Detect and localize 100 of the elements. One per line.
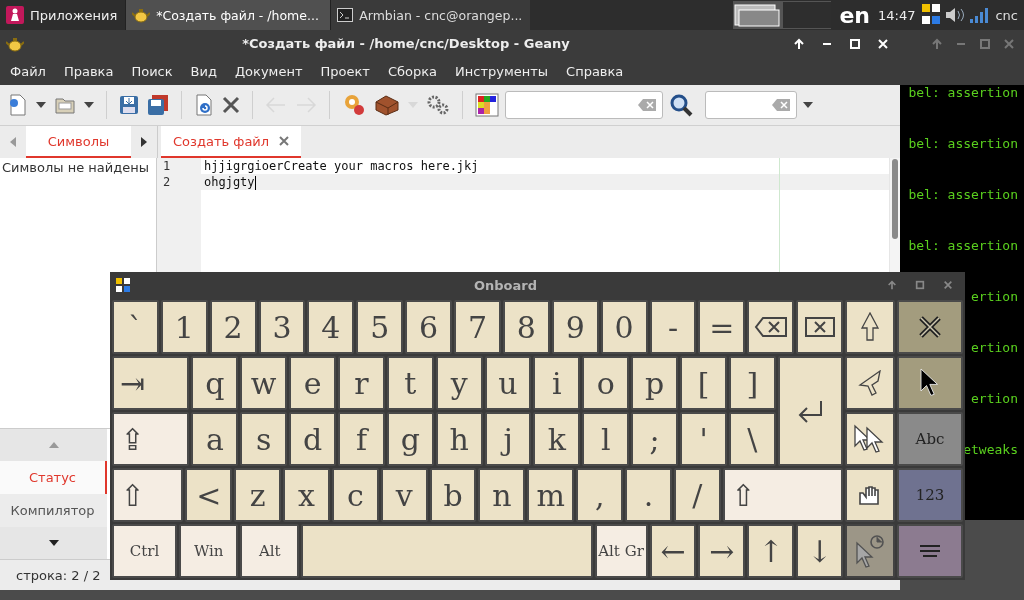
key[interactable]: t (386, 356, 434, 410)
keyboard-action-key[interactable] (845, 300, 895, 354)
dropdown-button[interactable] (82, 100, 96, 110)
color-button[interactable] (473, 91, 501, 119)
keyboard-action-key[interactable] (897, 300, 963, 354)
key[interactable]: 4 (307, 300, 355, 354)
key[interactable]: ] (728, 356, 776, 410)
key[interactable]: n (478, 468, 526, 522)
key[interactable]: \ (728, 412, 776, 466)
key[interactable]: / (673, 468, 721, 522)
key[interactable]: ⇪ (112, 412, 190, 466)
key[interactable] (747, 300, 795, 354)
key[interactable]: c (331, 468, 379, 522)
message-tab[interactable]: Статус (0, 461, 107, 494)
key[interactable]: v (380, 468, 428, 522)
taskbar-button[interactable]: Armbian - cnc@orangep... (330, 0, 531, 30)
key[interactable]: k (533, 412, 581, 466)
key[interactable]: g (386, 412, 434, 466)
key[interactable]: ' (680, 412, 727, 466)
keyboard-action-key[interactable] (845, 468, 895, 522)
save-button[interactable] (117, 93, 141, 117)
key[interactable]: 2 (209, 300, 257, 354)
scrollbar[interactable] (892, 159, 898, 239)
keyboard-action-key[interactable] (845, 412, 895, 466)
key[interactable]: . (625, 468, 672, 522)
keyboard-action-key[interactable] (845, 356, 895, 410)
keyboard-layout[interactable]: en (831, 2, 878, 28)
key[interactable]: 9 (551, 300, 599, 354)
key[interactable]: l (582, 412, 630, 466)
key[interactable]: → (698, 524, 746, 578)
key[interactable]: e (289, 356, 336, 410)
key[interactable]: ⇥ (112, 356, 190, 410)
taskbar-button[interactable]: *Создать файл - /home... (125, 0, 331, 30)
key[interactable]: [ (680, 356, 727, 410)
key[interactable]: 1 (160, 300, 208, 354)
sidebar-tab[interactable]: Символы (26, 126, 131, 158)
key[interactable] (777, 356, 843, 466)
key[interactable]: ⇧ (112, 468, 184, 522)
key[interactable]: Win (179, 524, 239, 578)
key[interactable]: s (240, 412, 288, 466)
key[interactable]: m (527, 468, 575, 522)
keyboard-action-key[interactable]: Abc (897, 412, 963, 466)
key[interactable]: ← (649, 524, 697, 578)
menu-item[interactable]: Поиск (121, 63, 181, 79)
dropdown-button[interactable] (34, 100, 48, 110)
key[interactable]: 7 (454, 300, 501, 354)
key[interactable]: r (338, 356, 385, 410)
key[interactable]: 8 (502, 300, 550, 354)
key[interactable]: j (484, 412, 532, 466)
signal-icon[interactable] (969, 6, 990, 24)
search-field[interactable] (505, 91, 663, 119)
clock[interactable]: 14:47 (878, 7, 922, 23)
key[interactable]: ⇧ (722, 468, 843, 522)
menu-item[interactable]: Правка (53, 63, 122, 79)
key[interactable]: , (576, 468, 624, 522)
close-button[interactable] (220, 94, 242, 116)
key[interactable]: a (191, 412, 239, 466)
key[interactable]: q (191, 356, 239, 410)
key[interactable]: Alt (240, 524, 300, 578)
key[interactable]: b (429, 468, 477, 522)
key[interactable]: 3 (258, 300, 306, 354)
keyboard-action-key[interactable] (897, 356, 963, 410)
menu-item[interactable]: Сборка (377, 63, 446, 79)
key[interactable]: ` (112, 300, 159, 354)
key[interactable]: x (283, 468, 330, 522)
key[interactable]: - (649, 300, 697, 354)
key[interactable] (796, 300, 843, 354)
space-key[interactable] (301, 524, 593, 578)
key[interactable]: 6 (405, 300, 453, 354)
key[interactable]: < (185, 468, 233, 522)
key[interactable]: ↓ (796, 524, 843, 578)
key[interactable]: z (234, 468, 282, 522)
key[interactable]: ↑ (747, 524, 795, 578)
applications-menu[interactable]: Приложения (0, 0, 126, 30)
menu-item[interactable]: Документ (224, 63, 311, 79)
key[interactable]: = (698, 300, 746, 354)
message-tab[interactable]: Компилятор (0, 494, 107, 527)
menu-item[interactable]: Инструменты (445, 63, 557, 79)
keyboard-action-key[interactable] (897, 524, 963, 578)
key[interactable]: y (435, 356, 483, 410)
workspace-switcher[interactable] (733, 1, 832, 29)
goto-line-field[interactable] (705, 91, 797, 119)
key[interactable]: p (631, 356, 679, 410)
key[interactable]: i (533, 356, 581, 410)
key[interactable]: ; (631, 412, 679, 466)
dropdown-button[interactable] (801, 100, 815, 110)
document-tab[interactable]: Создать файл (161, 126, 302, 158)
key[interactable]: u (484, 356, 532, 410)
volume-icon[interactable] (945, 6, 966, 24)
key[interactable]: 0 (600, 300, 648, 354)
key[interactable]: Ctrl (112, 524, 178, 578)
save-all-button[interactable] (145, 92, 171, 118)
key[interactable]: h (435, 412, 483, 466)
menu-item[interactable]: Файл (0, 63, 54, 79)
close-icon[interactable] (279, 136, 290, 146)
key[interactable]: 5 (356, 300, 404, 354)
menu-item[interactable]: Справка (556, 63, 632, 79)
user-name[interactable]: cnc (989, 7, 1024, 23)
menu-item[interactable]: Проект (310, 63, 378, 79)
key[interactable]: d (289, 412, 336, 466)
